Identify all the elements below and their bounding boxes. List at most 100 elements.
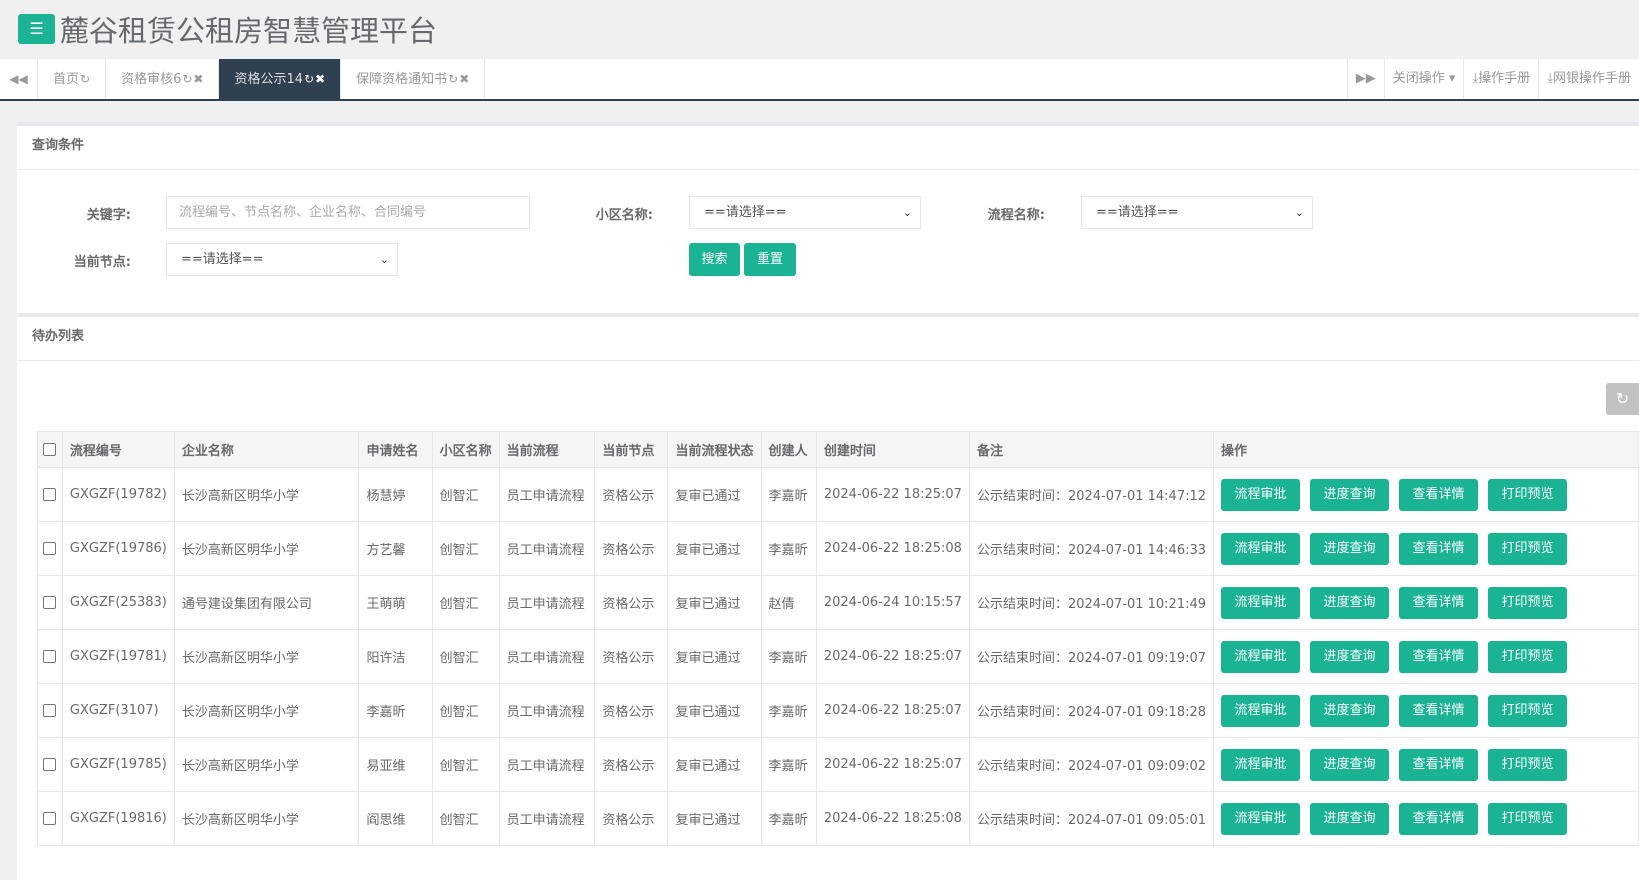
table-cell: 复审已通过 xyxy=(667,575,762,630)
table-cell: 公示结束时间：2024-07-01 09:19:07 xyxy=(968,629,1215,684)
detail-button[interactable]: 查看详情 xyxy=(1399,532,1479,565)
table-cell: GXGZF(19785) xyxy=(61,737,175,792)
progress-button[interactable]: 进度查询 xyxy=(1310,748,1390,781)
tab-item[interactable]: 首页↻ xyxy=(38,59,107,99)
progress-button[interactable]: 进度查询 xyxy=(1310,640,1390,673)
table-cell: 公示结束时间：2024-07-01 14:46:33 xyxy=(968,521,1215,576)
table-cell: 2024-06-22 18:25:07 xyxy=(815,737,970,792)
table-cell: 员工申请流程 xyxy=(498,683,596,738)
reset-button[interactable]: 重置 xyxy=(744,243,796,276)
search-button[interactable]: 搜索 xyxy=(689,243,740,276)
refresh-icon[interactable]: ↻ xyxy=(1606,383,1639,415)
approve-button[interactable]: 流程审批 xyxy=(1221,586,1301,619)
tab-item[interactable]: 资格审核6↻✖ xyxy=(106,59,220,99)
progress-button[interactable]: 进度查询 xyxy=(1310,802,1390,835)
column-header: 创建时间 xyxy=(815,431,970,468)
close-icon[interactable]: ✖ xyxy=(459,72,469,86)
refresh-icon[interactable]: ↻ xyxy=(80,72,90,86)
detail-button[interactable]: 查看详情 xyxy=(1399,748,1479,781)
approve-button[interactable]: 流程审批 xyxy=(1221,532,1301,565)
progress-button[interactable]: 进度查询 xyxy=(1310,694,1390,727)
close-ops-dropdown[interactable]: 关闭操作 ▾ xyxy=(1383,59,1464,99)
print-preview-button[interactable]: 打印预览 xyxy=(1488,694,1568,727)
close-icon[interactable]: ✖ xyxy=(193,72,203,86)
table-cell: GXGZF(19782) xyxy=(61,467,175,522)
select-all-checkbox[interactable] xyxy=(37,431,63,468)
scroll-tabs-right-icon[interactable]: ▶▶ xyxy=(1346,59,1384,99)
table-cell: 长沙高新区明华小学 xyxy=(173,683,360,738)
table-cell: 创智汇 xyxy=(431,575,500,630)
chevron-down-icon: ⌄ xyxy=(1294,206,1304,219)
row-checkbox[interactable] xyxy=(43,542,57,555)
detail-button[interactable]: 查看详情 xyxy=(1399,478,1479,511)
table-cell: 王萌萌 xyxy=(358,575,433,630)
manual-link[interactable]: ⤓操作手册 xyxy=(1463,59,1538,99)
print-preview-button[interactable]: 打印预览 xyxy=(1488,748,1568,781)
process-select-value: ==请选择== xyxy=(1096,205,1179,220)
approve-button[interactable]: 流程审批 xyxy=(1221,478,1301,511)
approve-button[interactable]: 流程审批 xyxy=(1221,802,1301,835)
node-select-value: ==请选择== xyxy=(181,252,264,267)
refresh-icon[interactable]: ↻ xyxy=(304,72,314,86)
table-cell: 复审已通过 xyxy=(667,683,762,738)
table-cell: 复审已通过 xyxy=(667,791,762,846)
table-cell: 通号建设集团有限公司 xyxy=(173,575,360,630)
bank-manual-label: 网银操作手册 xyxy=(1552,71,1631,86)
table-cell: 公示结束时间：2024-07-01 10:21:49 xyxy=(968,575,1215,630)
tab-item[interactable]: 保障资格通知书↻✖ xyxy=(341,59,486,99)
table-cell: 创智汇 xyxy=(431,737,500,792)
checkbox[interactable] xyxy=(43,443,57,456)
detail-button[interactable]: 查看详情 xyxy=(1399,694,1479,727)
row-checkbox-cell xyxy=(37,575,63,630)
tab-label: 保障资格通知书 xyxy=(356,72,448,87)
table-cell: 资格公示 xyxy=(594,575,669,630)
print-preview-button[interactable]: 打印预览 xyxy=(1488,640,1568,673)
detail-button[interactable]: 查看详情 xyxy=(1399,640,1479,673)
refresh-icon[interactable]: ↻ xyxy=(182,72,192,86)
row-checkbox[interactable] xyxy=(43,488,57,501)
print-preview-button[interactable]: 打印预览 xyxy=(1488,478,1568,511)
refresh-icon[interactable]: ↻ xyxy=(448,72,458,86)
bank-manual-link[interactable]: ⤓网银操作手册 xyxy=(1538,59,1639,99)
chevron-down-icon: ⌄ xyxy=(902,206,912,219)
table-cell: 2024-06-22 18:25:08 xyxy=(815,791,970,846)
node-select[interactable]: ==请选择== ⌄ xyxy=(166,243,398,276)
caret-down-icon: ▾ xyxy=(1444,71,1456,86)
detail-button[interactable]: 查看详情 xyxy=(1399,802,1479,835)
table-cell: 2024-06-22 18:25:07 xyxy=(815,629,970,684)
hamburger-icon[interactable]: ☰ xyxy=(18,14,55,44)
approve-button[interactable]: 流程审批 xyxy=(1221,640,1301,673)
print-preview-button[interactable]: 打印预览 xyxy=(1488,586,1568,619)
print-preview-button[interactable]: 打印预览 xyxy=(1488,532,1568,565)
community-select[interactable]: ==请选择== ⌄ xyxy=(689,196,921,229)
close-icon[interactable]: ✖ xyxy=(315,72,325,86)
table-cell: 资格公示 xyxy=(594,791,669,846)
actions-cell: 流程审批 进度查询 查看详情 打印预览 xyxy=(1213,575,1639,630)
print-preview-button[interactable]: 打印预览 xyxy=(1488,802,1568,835)
progress-button[interactable]: 进度查询 xyxy=(1310,532,1390,565)
row-checkbox[interactable] xyxy=(43,704,57,717)
row-checkbox[interactable] xyxy=(43,596,57,609)
detail-button[interactable]: 查看详情 xyxy=(1399,586,1479,619)
approve-button[interactable]: 流程审批 xyxy=(1221,748,1301,781)
tab-list: 首页↻ 资格审核6↻✖ 资格公示14↻✖ 保障资格通知书↻✖ xyxy=(38,59,486,99)
table-cell: 复审已通过 xyxy=(667,629,762,684)
table-cell: 2024-06-22 18:25:07 xyxy=(815,467,970,522)
row-checkbox[interactable] xyxy=(43,812,57,825)
progress-button[interactable]: 进度查询 xyxy=(1310,478,1390,511)
process-select[interactable]: ==请选择== ⌄ xyxy=(1081,196,1313,229)
row-checkbox-cell xyxy=(37,521,63,576)
row-checkbox-cell xyxy=(37,791,63,846)
table-cell: 长沙高新区明华小学 xyxy=(173,467,360,522)
approve-button[interactable]: 流程审批 xyxy=(1221,694,1301,727)
progress-button[interactable]: 进度查询 xyxy=(1310,586,1390,619)
row-checkbox[interactable] xyxy=(43,650,57,663)
scroll-tabs-left-icon[interactable]: ◀◀ xyxy=(0,59,38,99)
row-checkbox[interactable] xyxy=(43,758,57,771)
tab-item[interactable]: 资格公示14↻✖ xyxy=(219,59,342,99)
table-row: GXGZF(19816) 长沙高新区明华小学 阎思维 创智汇 员工申请流程 资格公示 复审已… xyxy=(37,791,1639,846)
table-cell: GXGZF(19816) xyxy=(61,791,175,846)
keyword-input[interactable]: 流程编号、节点名称、企业名称、合同编号 xyxy=(166,196,530,229)
manual-label: 操作手册 xyxy=(1478,71,1531,86)
chevron-down-icon: ⌄ xyxy=(379,253,389,266)
